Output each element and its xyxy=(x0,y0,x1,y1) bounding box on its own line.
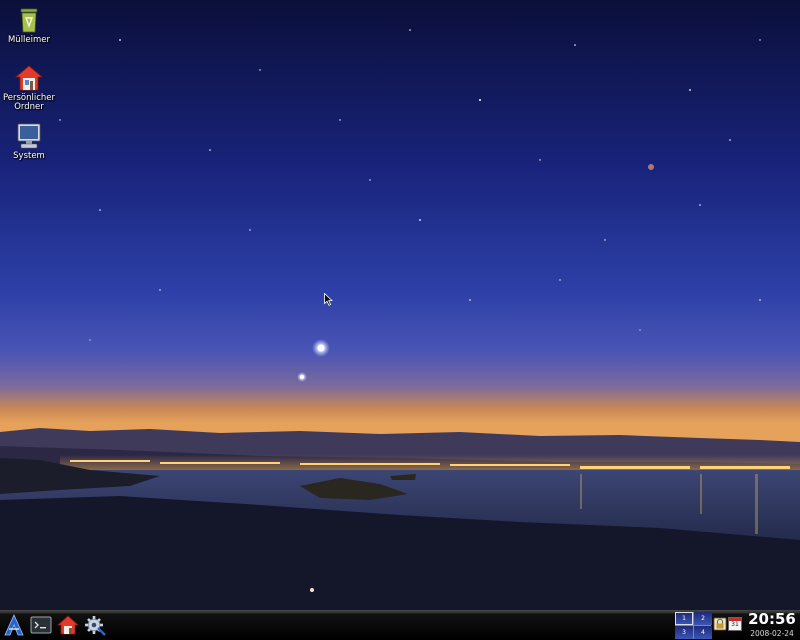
mouse-cursor-icon xyxy=(324,293,333,306)
desktop-wallpaper[interactable] xyxy=(0,0,800,640)
clock-time[interactable]: 20:56 xyxy=(745,610,799,629)
workspace-3[interactable]: 3 xyxy=(675,626,693,639)
desktop-icon-label: Mülleimer xyxy=(7,35,51,45)
calendar-icon[interactable]: 31 xyxy=(728,617,742,631)
workspace-2[interactable]: 2 xyxy=(694,612,712,625)
desktop-icon-label: System xyxy=(13,151,45,161)
computer-icon xyxy=(17,123,41,149)
home-icon[interactable] xyxy=(57,614,79,636)
desktop-icon-label: Persönlicher Ordner xyxy=(2,93,56,112)
trash-icon xyxy=(20,8,38,33)
terminal-icon[interactable] xyxy=(30,614,52,636)
clock-date[interactable]: 2008-02-24 xyxy=(745,629,799,639)
workspace-pager[interactable]: 1 2 3 4 xyxy=(675,612,712,639)
desktop-icon-home-folder[interactable]: Persönlicher Ordner xyxy=(0,64,61,112)
start-menu-icon[interactable] xyxy=(3,614,25,636)
desktop-icon-system[interactable]: System xyxy=(0,122,61,161)
calendar-day: 31 xyxy=(731,621,739,628)
lock-icon[interactable] xyxy=(713,617,727,631)
workspace-4[interactable]: 4 xyxy=(694,626,712,639)
workspace-1[interactable]: 1 xyxy=(675,612,693,625)
home-folder-icon xyxy=(14,65,44,91)
settings-icon[interactable] xyxy=(84,614,106,636)
desktop-icon-trash[interactable]: Mülleimer xyxy=(0,6,61,45)
